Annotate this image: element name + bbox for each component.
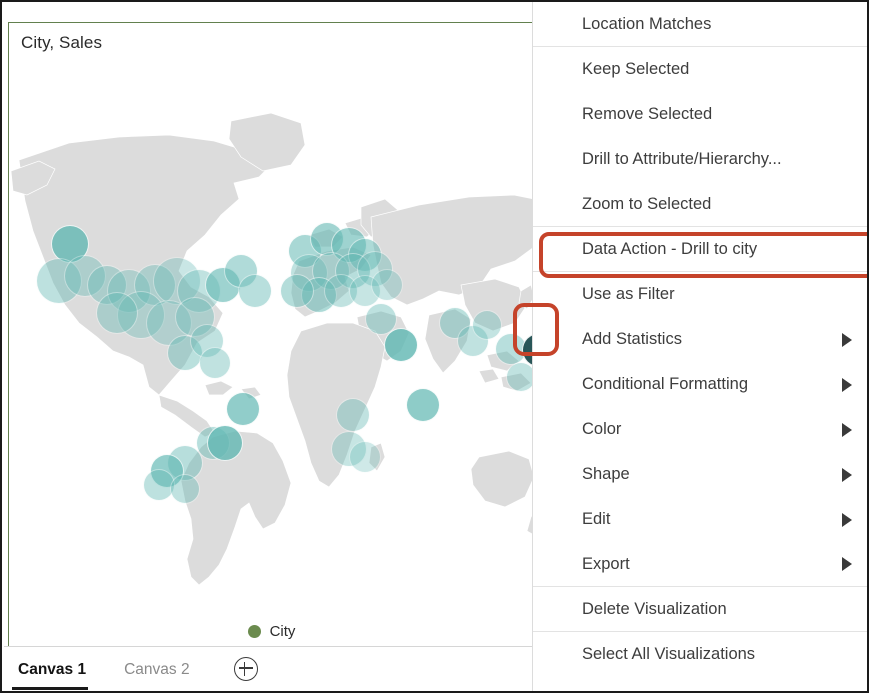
- map-bubble[interactable]: [406, 388, 440, 422]
- menu-item-zoom-to-selected[interactable]: Zoom to Selected: [533, 182, 867, 227]
- menu-item-label: Keep Selected: [582, 60, 689, 79]
- menu-item-label: Remove Selected: [582, 105, 712, 124]
- map-bubble[interactable]: [371, 269, 403, 301]
- menu-item-label: Location Matches: [582, 15, 711, 34]
- menu-item-label: Delete Visualization: [582, 600, 727, 619]
- menu-item-label: Zoom to Selected: [582, 195, 711, 214]
- menu-item-remove-selected[interactable]: Remove Selected: [533, 92, 867, 137]
- visualization-panel[interactable]: City, Sales: [8, 22, 535, 647]
- map-bubble[interactable]: [280, 274, 314, 308]
- map-canvas[interactable]: [9, 65, 534, 625]
- chevron-right-icon: [842, 333, 852, 347]
- tab-canvas-1[interactable]: Canvas 1: [12, 650, 100, 689]
- map-bubble[interactable]: [336, 398, 370, 432]
- menu-item-label: Export: [582, 555, 630, 574]
- menu-item-label: Edit: [582, 510, 610, 529]
- chevron-right-icon: [842, 513, 852, 527]
- legend-label: City: [270, 623, 296, 640]
- chevron-right-icon: [842, 468, 852, 482]
- menu-item-label: Data Action - Drill to city: [582, 240, 757, 259]
- menu-item-select-all-visualizations[interactable]: Select All Visualizations: [533, 632, 867, 677]
- menu-item-export[interactable]: Export: [533, 542, 867, 587]
- map-bubble[interactable]: [199, 347, 231, 379]
- menu-item-conditional-formatting[interactable]: Conditional Formatting: [533, 362, 867, 407]
- map-bubble[interactable]: [96, 292, 138, 334]
- sales-bubble-layer: [9, 65, 534, 625]
- menu-item-label: Use as Filter: [582, 285, 675, 304]
- map-bubble[interactable]: [506, 362, 534, 392]
- menu-item-label: Conditional Formatting: [582, 375, 748, 394]
- plus-circle-icon[interactable]: [234, 657, 258, 681]
- menu-item-label: Add Statistics: [582, 330, 682, 349]
- menu-item-shape[interactable]: Shape: [533, 452, 867, 497]
- map-legend: City: [9, 623, 534, 640]
- chevron-right-icon: [842, 557, 852, 571]
- menu-item-use-as-filter[interactable]: Use as Filter: [533, 272, 867, 317]
- circle-icon: [248, 625, 261, 638]
- menu-item-edit[interactable]: Edit: [533, 497, 867, 542]
- menu-item-location-matches[interactable]: Location Matches: [533, 2, 867, 47]
- page-title: City, Sales: [21, 33, 102, 53]
- canvas-tab-bar: Canvas 1 Canvas 2: [4, 646, 535, 691]
- menu-item-drill-to-attribute-hierarchy[interactable]: Drill to Attribute/Hierarchy...: [533, 137, 867, 182]
- menu-item-label: Shape: [582, 465, 630, 484]
- map-bubble[interactable]: [472, 310, 502, 340]
- map-bubble[interactable]: [349, 441, 381, 473]
- menu-item-label: Drill to Attribute/Hierarchy...: [582, 150, 782, 169]
- map-bubble[interactable]: [207, 425, 243, 461]
- chevron-right-icon: [842, 378, 852, 392]
- map-bubble[interactable]: [226, 392, 260, 426]
- menu-item-data-action-drill-to-city[interactable]: Data Action - Drill to city: [533, 227, 867, 272]
- chevron-right-icon: [842, 423, 852, 437]
- app-window: City, Sales: [0, 0, 869, 693]
- menu-item-label: Select All Visualizations: [582, 645, 755, 664]
- menu-item-delete-visualization[interactable]: Delete Visualization: [533, 587, 867, 632]
- menu-item-label: Color: [582, 420, 621, 439]
- menu-item-keep-selected[interactable]: Keep Selected: [533, 47, 867, 92]
- menu-item-color[interactable]: Color: [533, 407, 867, 452]
- map-bubble[interactable]: [170, 474, 200, 504]
- context-menu[interactable]: Location Matches Keep Selected Remove Se…: [532, 2, 867, 693]
- tab-canvas-2[interactable]: Canvas 2: [118, 650, 203, 689]
- menu-item-add-statistics[interactable]: Add Statistics: [533, 317, 867, 362]
- map-bubble[interactable]: [384, 328, 418, 362]
- map-bubble[interactable]: [238, 274, 272, 308]
